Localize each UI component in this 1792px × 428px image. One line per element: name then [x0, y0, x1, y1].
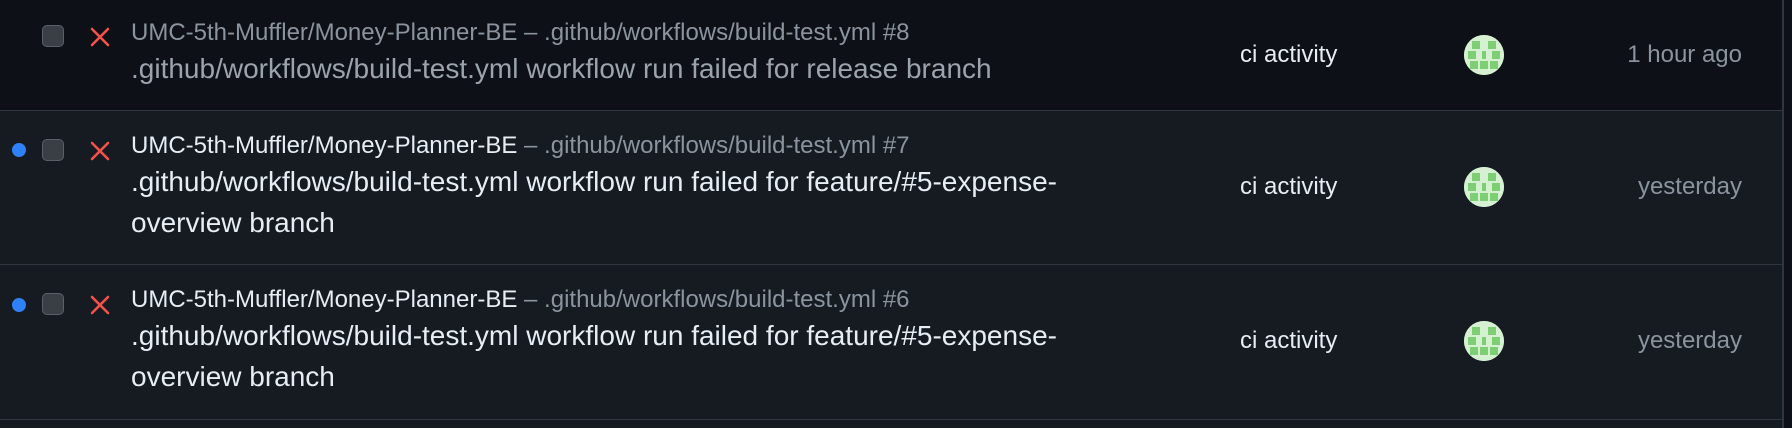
separator: –	[524, 132, 538, 159]
x-icon	[90, 295, 110, 315]
notification-title: .github/workflows/build-test.yml workflo…	[131, 53, 992, 84]
select-checkbox[interactable]	[42, 293, 64, 315]
repo-name: UMC-5th-Muffler/Money-Planner-BE	[131, 19, 518, 46]
avatar[interactable]	[1464, 321, 1504, 361]
notification-subject[interactable]: UMC-5th-Muffler/Money-Planner-BE – .gith…	[131, 131, 1131, 243]
unread-dot-icon	[12, 143, 26, 157]
repo-line: UMC-5th-Muffler/Money-Planner-BE – .gith…	[131, 18, 1131, 48]
notification-reason: ci activity	[1240, 327, 1338, 354]
select-checkbox[interactable]	[42, 139, 64, 161]
notification-list: UMC-5th-Muffler/Money-Planner-BE – .gith…	[0, 0, 1784, 428]
workflow-name: .github/workflows/build-test.yml #6	[544, 286, 910, 313]
notification-time: yesterday	[1637, 173, 1742, 200]
x-icon	[90, 141, 110, 161]
avatar[interactable]	[1464, 35, 1504, 75]
x-icon	[90, 27, 110, 47]
unread-dot-icon	[12, 298, 26, 312]
notification-time: 1 hour ago	[1627, 41, 1742, 68]
separator: –	[524, 286, 538, 313]
notification-title: .github/workflows/build-test.yml workflo…	[131, 320, 1057, 392]
notification-reason: ci activity	[1240, 41, 1338, 68]
notification-row[interactable]: UMC-5th-Muffler/Money-Planner-BE – .gith…	[0, 111, 1782, 265]
repo-line: UMC-5th-Muffler/Money-Planner-BE – .gith…	[131, 131, 1131, 161]
notification-time: yesterday	[1637, 327, 1742, 354]
workflow-name: .github/workflows/build-test.yml #7	[544, 132, 910, 159]
repo-name: UMC-5th-Muffler/Money-Planner-BE	[131, 286, 518, 313]
notification-subject[interactable]: UMC-5th-Muffler/Money-Planner-BE – .gith…	[131, 18, 1131, 89]
notification-reason: ci activity	[1240, 173, 1338, 200]
notification-row[interactable]: UMC-5th-Muffler/Money-Planner-BE – .gith…	[0, 265, 1782, 420]
notification-subject[interactable]: UMC-5th-Muffler/Money-Planner-BE – .gith…	[131, 285, 1131, 397]
separator: –	[524, 19, 538, 46]
workflow-name: .github/workflows/build-test.yml #8	[544, 19, 910, 46]
notification-row[interactable]: UMC-5th-Muffler/Money-Planner-BE – .gith…	[0, 0, 1782, 111]
repo-name: UMC-5th-Muffler/Money-Planner-BE	[131, 132, 518, 159]
notification-title: .github/workflows/build-test.yml workflo…	[131, 166, 1057, 238]
select-checkbox[interactable]	[42, 25, 64, 47]
repo-line: UMC-5th-Muffler/Money-Planner-BE – .gith…	[131, 285, 1131, 315]
avatar[interactable]	[1464, 167, 1504, 207]
